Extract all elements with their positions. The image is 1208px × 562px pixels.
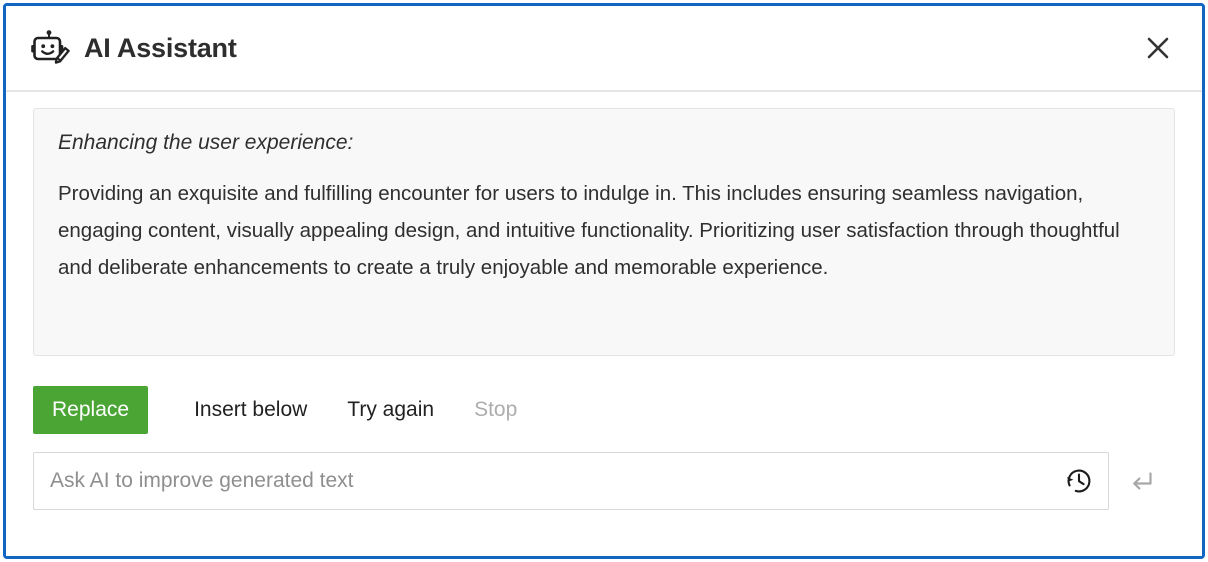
screen: AI Assistant Enhancing the user experien… xyxy=(0,0,1208,562)
replace-button[interactable]: Replace xyxy=(33,386,149,434)
dialog-body: Enhancing the user experience: Providing… xyxy=(6,92,1202,556)
prompt-input[interactable] xyxy=(34,453,1050,509)
prompt-row xyxy=(33,444,1175,510)
stop-button: Stop xyxy=(454,386,537,434)
submit-button[interactable] xyxy=(1109,452,1175,510)
ai-assistant-dialog: AI Assistant Enhancing the user experien… xyxy=(3,3,1205,559)
generated-text-heading: Enhancing the user experience: xyxy=(58,131,354,154)
history-clock-icon xyxy=(1067,469,1091,493)
robot-pencil-icon xyxy=(30,28,70,68)
enter-arrow-icon xyxy=(1133,472,1152,490)
insert-below-button[interactable]: Insert below xyxy=(174,386,327,434)
prompt-field[interactable] xyxy=(33,452,1109,510)
try-again-button[interactable]: Try again xyxy=(327,386,454,434)
action-button-row: Replace Insert below Try again Stop xyxy=(33,356,1175,444)
history-button[interactable] xyxy=(1050,453,1108,509)
generated-text-paragraph: Providing an exquisite and fulfilling en… xyxy=(58,181,1120,280)
dialog-header-left: AI Assistant xyxy=(30,28,237,68)
generated-text-panel: Enhancing the user experience: Providing… xyxy=(33,108,1175,356)
close-icon xyxy=(1147,37,1169,59)
dialog-header: AI Assistant xyxy=(6,6,1202,92)
page-title: AI Assistant xyxy=(84,32,237,63)
close-button[interactable] xyxy=(1138,28,1178,68)
